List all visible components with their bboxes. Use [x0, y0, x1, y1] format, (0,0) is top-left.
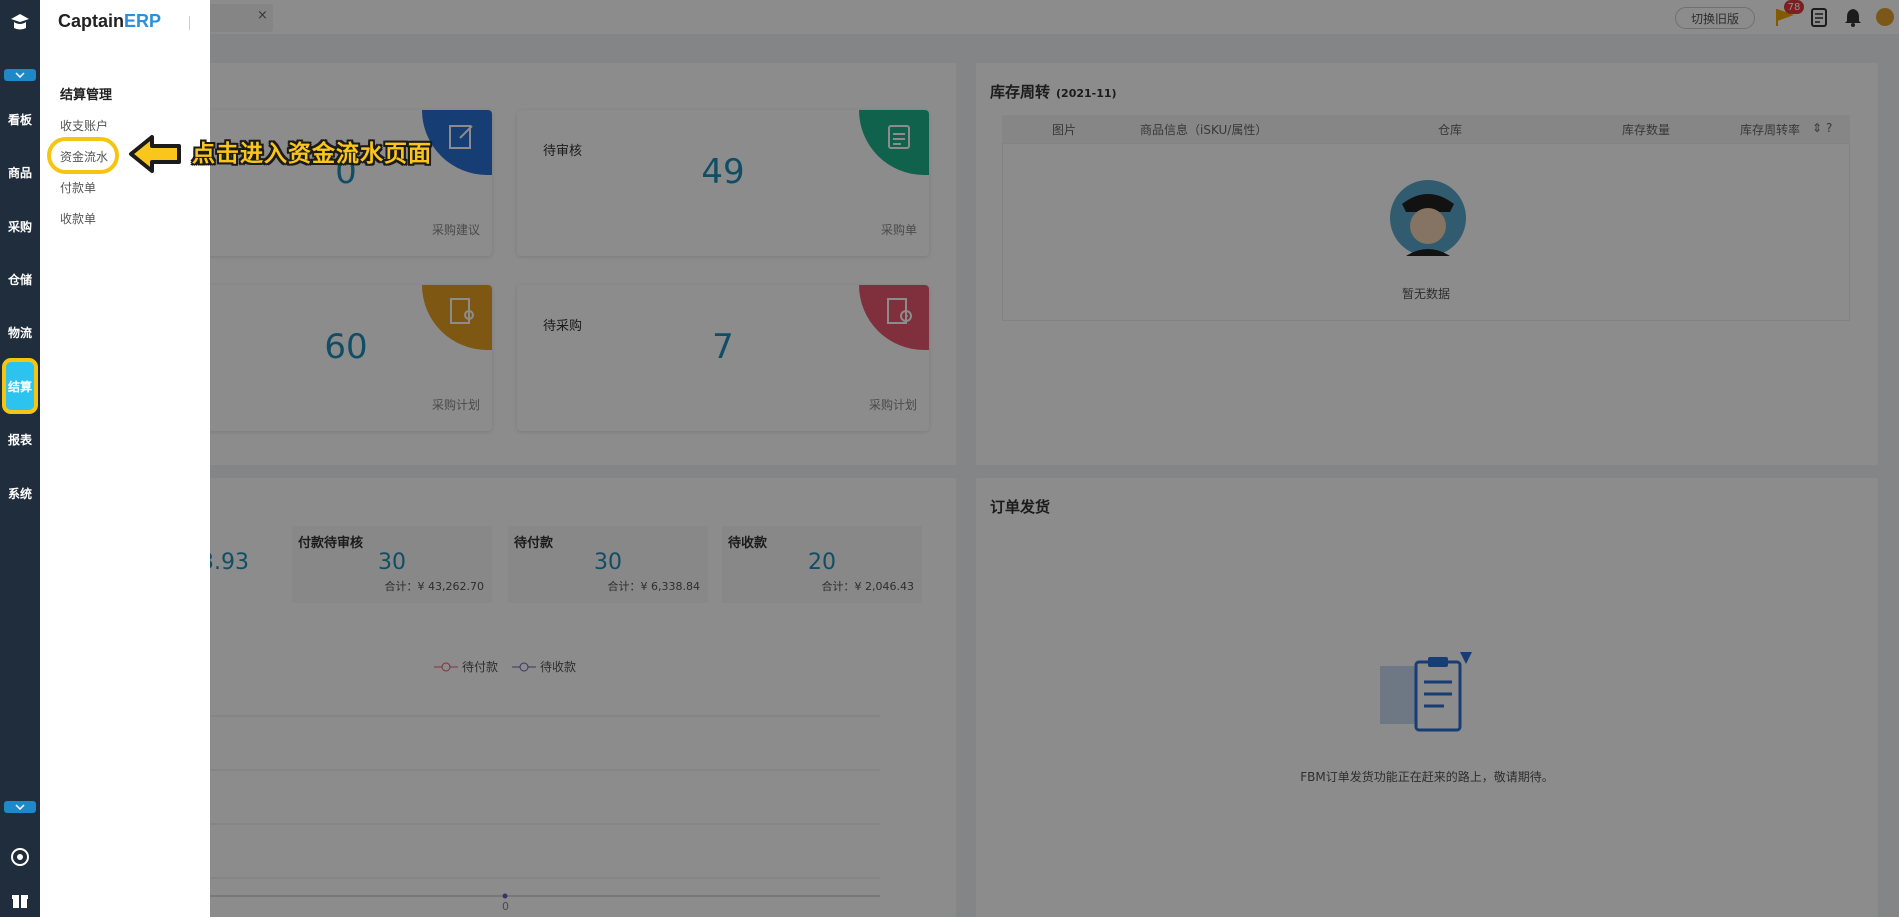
drawer-header: CaptainERP: [40, 0, 210, 48]
rail-item-purchase[interactable]: 采购: [0, 212, 40, 240]
rail-item-settlement[interactable]: 结算: [2, 358, 38, 414]
rail-more-toggle[interactable]: [4, 801, 36, 813]
rail-item-system[interactable]: 系统: [0, 479, 40, 507]
rail-item-dashboard[interactable]: 看板: [0, 105, 40, 133]
rail-item-logistics[interactable]: 物流: [0, 318, 40, 346]
brand-logo: CaptainERP: [58, 11, 162, 31]
callout-text: 点击进入资金流水页面: [192, 141, 432, 167]
rail-item-reports[interactable]: 报表: [0, 425, 40, 453]
rail-item-warehouse[interactable]: 仓储: [0, 265, 40, 293]
left-icon-rail: 看板 商品 采购 仓储 物流 结算 报表 系统: [0, 0, 40, 917]
menu-group-title: 结算管理: [60, 88, 113, 103]
menu-item-accounts[interactable]: 收支账户: [60, 117, 108, 134]
chevron-down-icon: [15, 804, 25, 810]
arrow-left-icon: [129, 135, 181, 173]
highlight-ring: [47, 137, 119, 174]
gift-icon[interactable]: [10, 890, 30, 910]
menu-item-payment-order[interactable]: 付款单: [60, 179, 96, 196]
menu-item-receipt-order[interactable]: 收款单: [60, 210, 96, 227]
rail-item-products[interactable]: 商品: [0, 158, 40, 186]
divider: [189, 16, 190, 30]
support-icon[interactable]: [10, 847, 30, 867]
rail-expand-toggle[interactable]: [4, 69, 36, 81]
chevron-down-icon: [15, 72, 25, 78]
captain-hat-logo-icon: [11, 14, 29, 30]
